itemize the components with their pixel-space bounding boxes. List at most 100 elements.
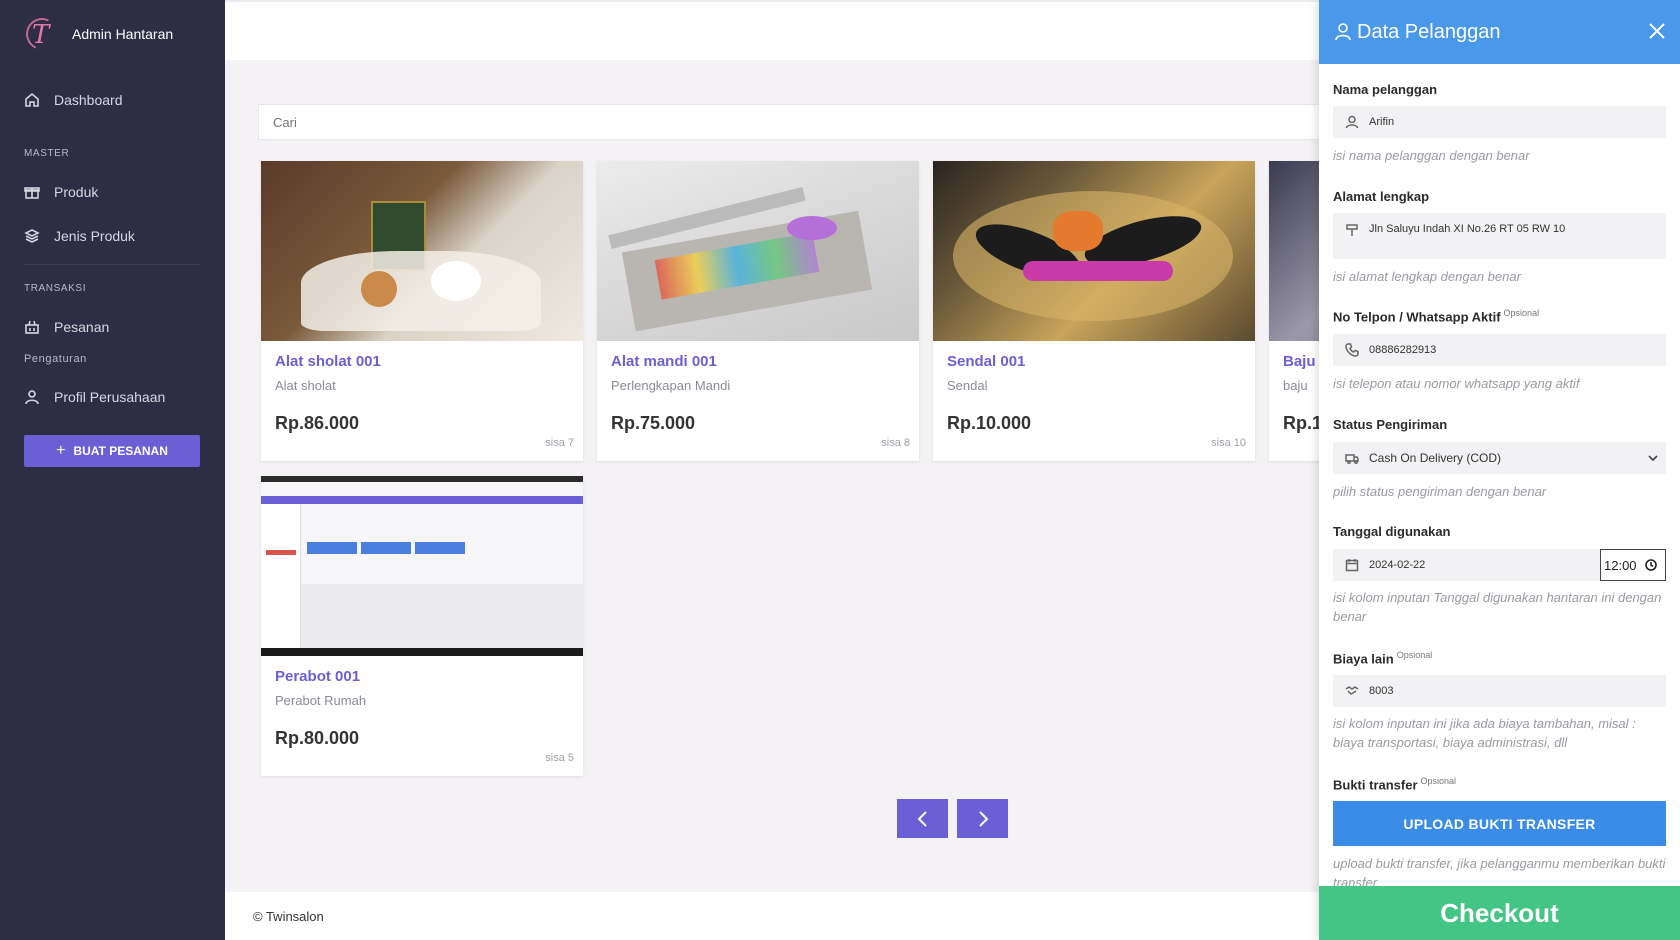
chevron-left-icon [917,810,927,827]
phone-icon [1345,343,1359,357]
nama-field[interactable]: Arifin [1333,106,1666,138]
alamat-hint: isi alamat lengkap dengan benar [1333,269,1521,284]
optional-tag: Opsional [1503,308,1540,318]
product-category: Sendal [947,378,988,393]
status-hint: pilih status pengiriman dengan benar [1333,484,1547,499]
time-value: 12:00 [1604,557,1637,573]
product-category: Perlengkapan Mandi [611,378,731,393]
tanggal-hint: isi kolom inputan Tanggal digunakan hant… [1333,590,1662,624]
product-price: Rp.10.000 [947,413,1032,433]
buat-pesanan-button[interactable]: + BUAT PESANAN [24,435,200,467]
customer-panel: Data Pelanggan Nama pelanggan Arifin isi… [1319,0,1680,940]
product-title: Sendal 001 [947,353,1026,370]
product-category: Alat sholat [275,378,336,393]
buat-pesanan-label: BUAT PESANAN [73,444,168,458]
sidebar-item-jenis-produk[interactable]: Jenis Produk [0,214,225,258]
product-stock: sisa 10 [1211,437,1246,449]
upload-hint: upload bukti transfer, jika pelangganmu … [1333,856,1666,886]
product-category: Perabot Rumah [275,693,367,708]
search-bar[interactable] [258,104,1322,140]
nama-hint: isi nama pelanggan dengan benar [1333,148,1530,163]
time-input[interactable]: 12:00 [1600,549,1666,581]
product-stock: sisa 7 [545,437,574,449]
product-title: Alat mandi 001 [611,353,717,370]
product-image [261,161,583,341]
product-card[interactable]: Sendal 001 Sendal Rp.10.000 sisa 10 [933,161,1255,461]
alamat-field[interactable]: Jln Saluyu Indah XI No.26 RT 05 RW 10 [1333,213,1666,259]
nama-value: Arifin [1369,116,1395,128]
truck-icon [1345,451,1359,465]
status-label: Status Pengiriman [1333,417,1448,432]
layers-icon [24,228,40,244]
checkout-button[interactable]: Checkout [1319,886,1680,940]
brand-name: Admin Hantaran [72,26,174,42]
clock-icon [1644,559,1657,571]
product-card[interactable]: Alat sholat 001 Alat sholat Rp.86.000 si… [261,161,583,461]
gift-icon [24,184,40,200]
panel-body: Nama pelanggan Arifin isi nama pelanggan… [1319,64,1680,886]
chevron-right-icon [978,810,988,827]
tanggal-field[interactable]: 2024-02-22 12:00 [1333,549,1666,581]
section-label-pengaturan: Pengaturan [24,353,87,365]
chevron-down-icon [1648,452,1658,462]
sidebar-item-label: Dashboard [54,92,123,108]
footer-copyright: © Twinsalon [253,908,324,924]
sidebar-item-label: Profil Perusahaan [54,389,166,405]
product-title: Perabot 001 [275,668,361,685]
product-image [933,161,1255,341]
product-image [261,476,583,656]
product-card[interactable]: Alat mandi 001 Perlengkapan Mandi Rp.75.… [597,161,919,461]
tanggal-value: 2024-02-22 [1369,559,1426,571]
sidebar-item-label: Produk [54,184,99,200]
brand[interactable]: T Admin Hantaran [0,0,225,68]
user-icon [1333,22,1353,42]
biaya-hint: isi kolom inputan ini jika ada biaya tam… [1333,716,1636,750]
product-title: Alat sholat 001 [275,353,381,370]
panel-header: Data Pelanggan [1319,0,1680,64]
handshake-icon [1345,684,1359,698]
status-select[interactable]: Cash On Delivery (COD) [1333,442,1666,474]
sidebar-item-profil[interactable]: Profil Perusahaan [0,375,225,419]
sidebar-item-dashboard[interactable]: Dashboard [0,78,225,122]
telp-label: No Telpon / Whatsapp Aktif Opsional [1333,308,1540,325]
nama-label: Nama pelanggan [1333,82,1438,97]
product-image [597,161,919,341]
product-price: Rp.86.000 [275,413,360,433]
alamat-value: Jln Saluyu Indah XI No.26 RT 05 RW 10 [1369,223,1566,235]
upload-bukti-button[interactable]: UPLOAD BUKTI TRANSFER [1333,801,1666,846]
biaya-label: Biaya lain Opsional [1333,650,1433,667]
sidebar-item-pesanan[interactable]: Pesanan [0,305,225,349]
signpost-icon [1345,223,1359,237]
bukti-label: Bukti transfer Opsional [1333,776,1457,793]
product-price: Rp.80.000 [275,728,360,748]
alamat-label: Alamat lengkap [1333,189,1430,204]
prev-page-button[interactable] [897,799,948,838]
telp-value: 08886282913 [1369,344,1437,356]
telp-field[interactable]: 08886282913 [1333,334,1666,366]
calendar-icon [1345,558,1359,572]
next-page-button[interactable] [957,799,1008,838]
plus-icon: + [56,442,66,459]
sidebar-divider [24,264,201,265]
product-card[interactable]: Perabot 001 Perabot Rumah Rp.80.000 sisa… [261,476,583,776]
search-input[interactable] [273,114,1321,130]
biaya-field[interactable]: 8003 [1333,675,1666,707]
section-label-transaksi: TRANSAKSI [24,283,87,294]
product-stock: sisa 8 [881,437,910,449]
status-value: Cash On Delivery (COD) [1369,451,1502,465]
user-icon [24,389,40,405]
close-icon[interactable] [1648,22,1666,40]
user-icon [1345,115,1359,129]
section-label-master: MASTER [24,148,70,159]
telp-hint: isi telepon atau nomor whatsapp yang akt… [1333,376,1580,391]
top-bar [225,0,1319,60]
product-price: Rp.75.000 [611,413,696,433]
sidebar-item-produk[interactable]: Produk [0,170,225,214]
basket-icon [24,319,40,335]
sidebar-item-label: Jenis Produk [54,228,135,244]
tanggal-label: Tanggal digunakan [1333,524,1451,539]
product-stock: sisa 5 [545,752,574,764]
optional-tag: Opsional [1420,776,1457,786]
footer: © Twinsalon [225,892,1319,940]
optional-tag: Opsional [1396,650,1433,660]
